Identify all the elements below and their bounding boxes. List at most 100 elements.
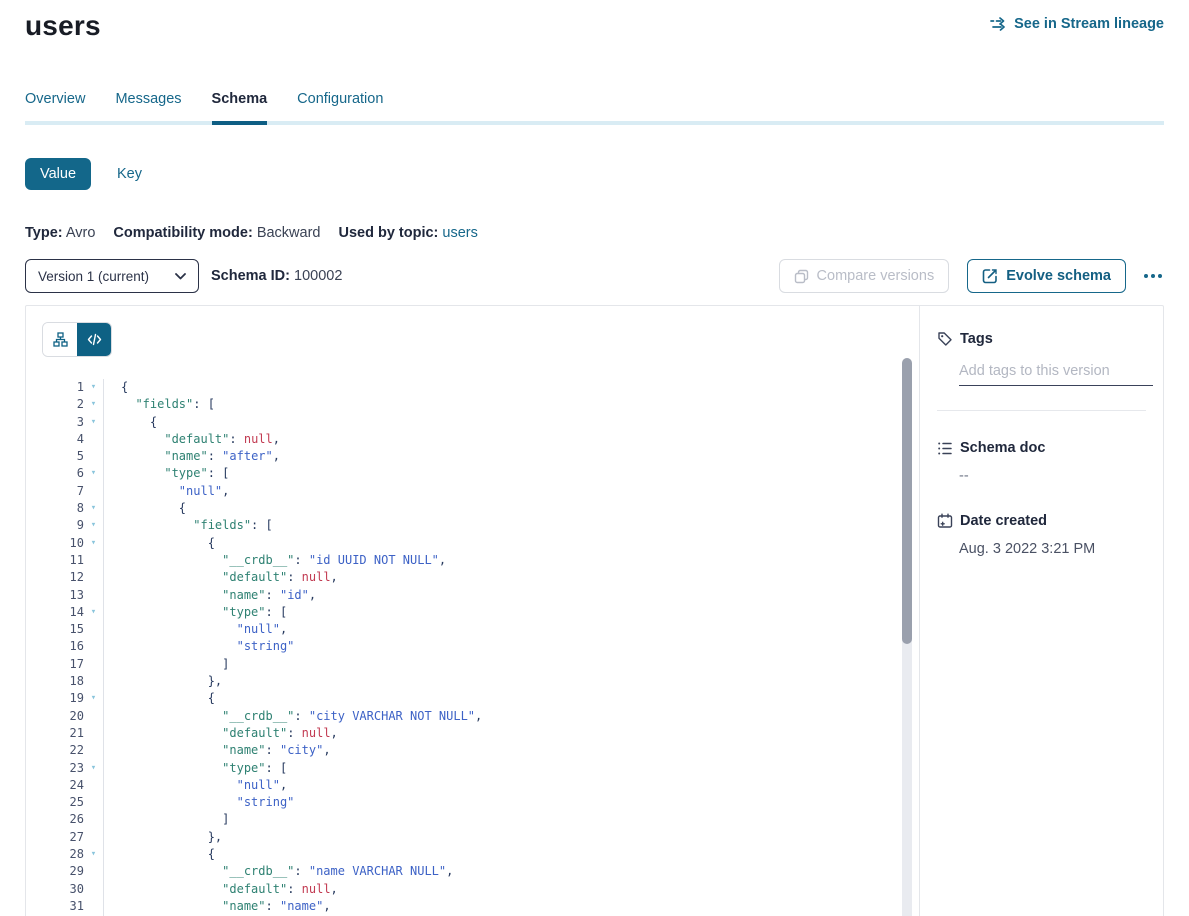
evolve-schema-button[interactable]: Evolve schema <box>967 259 1126 293</box>
tree-view-icon <box>53 332 68 347</box>
fold-spacer <box>84 863 104 880</box>
code-line: 9▾ "fields": [ <box>42 517 919 534</box>
fold-spacer <box>84 673 104 690</box>
fold-toggle-icon[interactable]: ▾ <box>84 760 104 777</box>
list-icon <box>937 441 953 456</box>
schema-doc-section: Schema doc -- <box>937 440 1146 484</box>
code-text: "name": "name", <box>104 898 331 915</box>
code-line: 21 "default": null, <box>42 725 919 742</box>
code-line: 22 "name": "city", <box>42 742 919 759</box>
fold-spacer <box>84 898 104 915</box>
code-text: "__crdb__": "name VARCHAR NULL", <box>104 863 453 880</box>
code-text: { <box>104 379 128 396</box>
line-number: 29 <box>42 863 84 880</box>
fold-toggle-icon[interactable]: ▾ <box>84 517 104 534</box>
version-select[interactable]: Version 1 (current) <box>25 259 199 293</box>
code-text: "default": null, <box>104 881 338 898</box>
fold-spacer <box>84 552 104 569</box>
code-line: 20 "__crdb__": "city VARCHAR NOT NULL", <box>42 708 919 725</box>
fold-spacer <box>84 829 104 846</box>
stream-lineage-link[interactable]: See in Stream lineage <box>990 16 1164 32</box>
fold-toggle-icon[interactable]: ▾ <box>84 396 104 413</box>
line-number: 13 <box>42 587 84 604</box>
tab-bar: Overview Messages Schema Configuration <box>25 91 1164 125</box>
code-text: { <box>104 690 215 707</box>
type-value: Avro <box>66 225 96 241</box>
fold-spacer <box>84 777 104 794</box>
more-options-button[interactable] <box>1142 268 1164 284</box>
used-by-topic-label: Used by topic: <box>338 225 438 241</box>
fold-toggle-icon[interactable]: ▾ <box>84 690 104 707</box>
schema-panel: 1▾{2▾ "fields": [3▾ {4 "default": null,5… <box>25 305 1164 916</box>
line-number: 5 <box>42 448 84 465</box>
fold-toggle-icon[interactable]: ▾ <box>84 846 104 863</box>
add-tags-input[interactable] <box>959 361 1153 386</box>
sidebar-divider <box>937 410 1146 411</box>
schema-id: Schema ID: 100002 <box>211 268 342 284</box>
date-created-value: Aug. 3 2022 3:21 PM <box>959 541 1146 557</box>
value-toggle-button[interactable]: Value <box>25 158 91 190</box>
line-number: 8 <box>42 500 84 517</box>
compatibility-label: Compatibility mode: <box>113 225 252 241</box>
fold-spacer <box>84 483 104 500</box>
fold-spacer <box>84 708 104 725</box>
code-view-button[interactable] <box>77 323 111 356</box>
tags-title: Tags <box>960 331 993 347</box>
code-line: 3▾ { <box>42 414 919 431</box>
code-line: 27 }, <box>42 829 919 846</box>
fold-spacer <box>84 431 104 448</box>
key-toggle-link[interactable]: Key <box>117 166 142 182</box>
tree-view-button[interactable] <box>43 323 77 356</box>
fold-toggle-icon[interactable]: ▾ <box>84 414 104 431</box>
schema-meta-row: Type: Avro Compatibility mode: Backward … <box>25 225 1164 241</box>
fold-toggle-icon[interactable]: ▾ <box>84 535 104 552</box>
fold-toggle-icon[interactable]: ▾ <box>84 500 104 517</box>
code-line: 15 "null", <box>42 621 919 638</box>
fold-spacer <box>84 881 104 898</box>
stream-lineage-label: See in Stream lineage <box>1014 16 1164 32</box>
code-line: 8▾ { <box>42 500 919 517</box>
fold-spacer <box>84 794 104 811</box>
compare-versions-icon <box>794 269 809 284</box>
line-number: 12 <box>42 569 84 586</box>
topic-link[interactable]: users <box>442 225 477 241</box>
line-number: 20 <box>42 708 84 725</box>
version-select-value: Version 1 (current) <box>38 269 149 284</box>
code-scrollbar-thumb[interactable] <box>902 358 912 644</box>
tab-messages[interactable]: Messages <box>115 91 181 121</box>
fold-toggle-icon[interactable]: ▾ <box>84 379 104 396</box>
line-number: 24 <box>42 777 84 794</box>
line-number: 2 <box>42 396 84 413</box>
tab-overview[interactable]: Overview <box>25 91 85 121</box>
compatibility-pair: Compatibility mode: Backward <box>113 225 320 241</box>
line-number: 4 <box>42 431 84 448</box>
schema-doc-header: Schema doc <box>937 440 1146 456</box>
tags-section: Tags <box>937 331 1146 411</box>
code-text: }, <box>104 829 222 846</box>
code-line: 14▾ "type": [ <box>42 604 919 621</box>
fold-toggle-icon[interactable]: ▾ <box>84 465 104 482</box>
schema-code-pane: 1▾{2▾ "fields": [3▾ {4 "default": null,5… <box>26 306 919 916</box>
page-title: users <box>25 10 101 42</box>
tab-configuration[interactable]: Configuration <box>297 91 383 121</box>
schema-id-label: Schema ID: <box>211 268 290 284</box>
code-line: 11 "__crdb__": "id UUID NOT NULL", <box>42 552 919 569</box>
tab-schema[interactable]: Schema <box>212 91 268 121</box>
tag-icon <box>937 331 953 347</box>
line-number: 18 <box>42 673 84 690</box>
line-number: 10 <box>42 535 84 552</box>
code-text: "string" <box>104 794 294 811</box>
code-line: 29 "__crdb__": "name VARCHAR NULL", <box>42 863 919 880</box>
code-line: 7 "null", <box>42 483 919 500</box>
line-number: 1 <box>42 379 84 396</box>
page-header: users See in Stream lineage <box>25 0 1164 42</box>
code-line: 23▾ "type": [ <box>42 760 919 777</box>
fold-spacer <box>84 448 104 465</box>
line-number: 30 <box>42 881 84 898</box>
code-text: }, <box>104 673 222 690</box>
code-text: { <box>104 414 157 431</box>
compare-versions-button[interactable]: Compare versions <box>779 259 950 293</box>
schema-doc-title: Schema doc <box>960 440 1045 456</box>
fold-toggle-icon[interactable]: ▾ <box>84 604 104 621</box>
code-line: 31 "name": "name", <box>42 898 919 915</box>
